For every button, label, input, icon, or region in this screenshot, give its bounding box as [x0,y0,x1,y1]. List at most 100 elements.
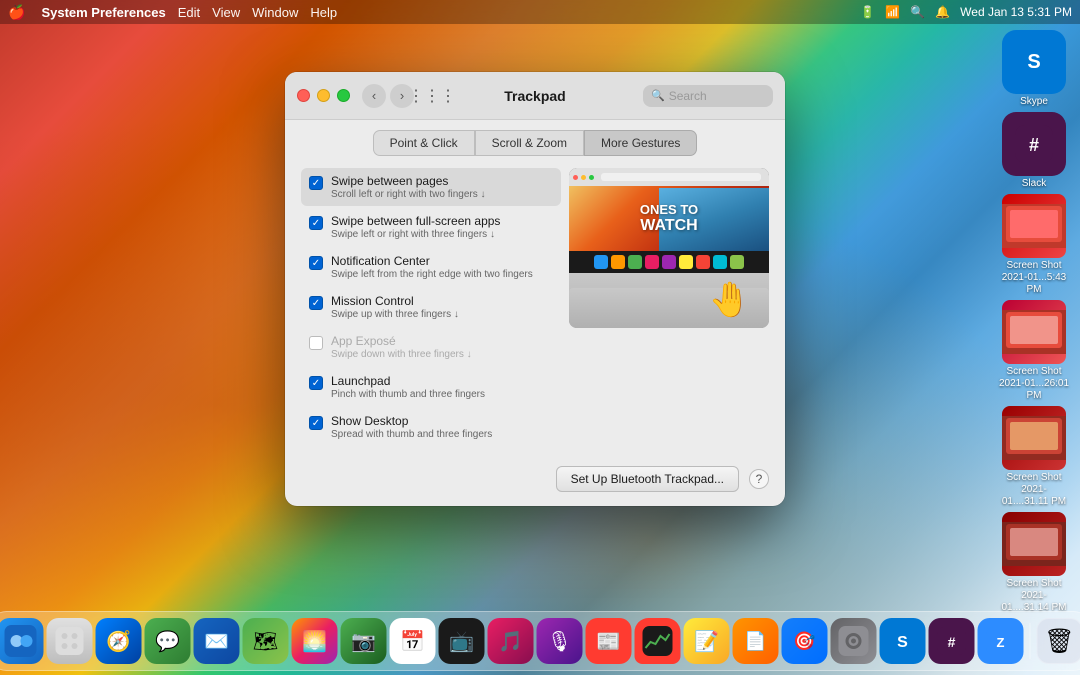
notes-icon: 📝 [694,629,719,654]
preview-dock-item [679,255,693,269]
menubar-window[interactable]: Window [252,5,298,20]
dock-safari[interactable]: 🧭 [96,618,142,664]
preview-dock-item [662,255,676,269]
desktop-icon-screenshot2[interactable]: Screen Shot2021-01...26:01 PM [998,300,1070,402]
screenshot4-label: Screen Shot2021-01....31.14 PM [998,578,1070,614]
hand-on-trackpad: 🤚 [709,280,751,320]
menubar-notification-icon: 🔔 [935,5,950,19]
menubar-app-name[interactable]: System Preferences [41,5,165,20]
menubar-left: 🍎 System Preferences Edit View Window He… [8,4,337,21]
checkbox-mission-control[interactable]: ✓ [309,296,323,310]
menubar-edit[interactable]: Edit [178,5,200,20]
tab-more-gestures[interactable]: More Gestures [584,130,697,156]
screenshot1-icon [1002,204,1066,248]
svg-text:#: # [1029,135,1039,155]
dock-maps[interactable]: 🗺 [243,618,289,664]
dock-podcasts[interactable]: 🎙 [537,618,583,664]
menubar-wifi-icon: 📶 [885,5,900,19]
traffic-lights [297,89,350,102]
desktop-icon-screenshot3[interactable]: Screen Shot2021-01....31.11 PM [998,406,1070,508]
news-icon: 📰 [596,629,621,654]
preview-dot-yellow [581,175,586,180]
checkbox-swipe-pages[interactable]: ✓ [309,176,323,190]
bluetooth-trackpad-button[interactable]: Set Up Bluetooth Trackpad... [556,466,739,492]
desktop-icon-slack[interactable]: # Slack [1002,112,1066,190]
dock-slack-icon: # [938,627,966,655]
tab-point-click[interactable]: Point & Click [373,130,475,156]
swipe-fullscreen-desc: Swipe left or right with three fingers ↓ [331,229,500,240]
show-desktop-desc: Spread with thumb and three fingers [331,429,492,440]
dock-appletv[interactable]: 📺 [439,618,485,664]
dock-slack[interactable]: # [929,618,975,664]
screenshot3-icon [1002,416,1066,460]
setting-mission-control: ✓ Mission Control Swipe up with three fi… [301,288,561,326]
screenshot2-icon [1002,310,1066,354]
menubar-help[interactable]: Help [310,5,337,20]
facetime-icon: 📷 [351,629,376,654]
messages-icon: 💬 [155,629,180,654]
pages-icon: 📄 [744,631,766,652]
window-bottombar: Set Up Bluetooth Trackpad... ? [285,458,785,506]
dock-news[interactable]: 📰 [586,618,632,664]
dock-notes[interactable]: 📝 [684,618,730,664]
dock-facetime[interactable]: 📷 [341,618,387,664]
svg-text:S: S [897,634,908,651]
search-input[interactable]: Search [669,89,765,103]
desktop-icon-skype[interactable]: S Skype [1002,30,1066,108]
screenshot3-label: Screen Shot2021-01....31.11 PM [998,472,1070,508]
dock-stocks[interactable] [635,618,681,664]
slack-icon: # [1015,125,1053,163]
menubar-datetime: Wed Jan 13 5:31 PM [960,5,1072,19]
tab-scroll-zoom[interactable]: Scroll & Zoom [475,130,584,156]
checkbox-app-expose[interactable] [309,336,323,350]
apple-logo-icon[interactable]: 🍎 [8,4,25,21]
swipe-fullscreen-title: Swipe between full-screen apps [331,214,500,228]
checkbox-launchpad[interactable]: ✓ [309,376,323,390]
mail-icon: ✉️ [204,629,229,654]
app-expose-title: App Exposé [331,334,472,348]
menubar-search-icon[interactable]: 🔍 [910,5,925,19]
close-button[interactable] [297,89,310,102]
window-titlebar: ‹ › ⋮⋮⋮ Trackpad 🔍 Search [285,72,785,120]
notification-desc: Swipe left from the right edge with two … [331,269,533,280]
dock-music[interactable]: 🎵 [488,618,534,664]
dock-finder[interactable] [0,618,44,664]
minimize-button[interactable] [317,89,330,102]
preview-url-bar [601,173,761,181]
dock-trash[interactable]: 🗑 [1037,618,1080,664]
window-content: ✓ Swipe between pages Scroll left or rig… [285,156,785,458]
dock-keynote[interactable]: 🎯 [782,618,828,664]
preview-dot-red [573,175,578,180]
search-box[interactable]: 🔍 Search [643,85,773,107]
menubar-view[interactable]: View [212,5,240,20]
music-icon: 🎵 [498,629,523,654]
desktop-icon-screenshot1[interactable]: Screen Shot2021-01...5:43 PM [998,194,1070,296]
launchpad-desc: Pinch with thumb and three fingers [331,389,485,400]
dock-pages[interactable]: 📄 [733,618,779,664]
grid-view-button[interactable]: ⋮⋮⋮ [420,84,444,108]
slack-label: Slack [1022,178,1046,190]
dock-launchpad[interactable] [47,618,93,664]
svg-text:S: S [1027,51,1040,73]
dock-zoom[interactable]: Z [978,618,1024,664]
setting-launchpad: ✓ Launchpad Pinch with thumb and three f… [301,368,561,406]
checkbox-swipe-fullscreen[interactable]: ✓ [309,216,323,230]
dock-photos[interactable]: 🌅 [292,618,338,664]
dock-sysprefs[interactable] [831,618,877,664]
preview-dock-item [730,255,744,269]
help-button[interactable]: ? [749,469,769,489]
menubar: 🍎 System Preferences Edit View Window He… [0,0,1080,24]
checkbox-show-desktop[interactable]: ✓ [309,416,323,430]
checkbox-notification[interactable]: ✓ [309,256,323,270]
skype-label: Skype [1020,96,1048,108]
maximize-button[interactable] [337,89,350,102]
trash-icon: 🗑 [1044,627,1074,656]
menubar-right: 🔋 📶 🔍 🔔 Wed Jan 13 5:31 PM [860,5,1072,19]
desktop-icon-screenshot4[interactable]: Screen Shot2021-01....31.14 PM [998,512,1070,614]
dock-calendar[interactable]: 📅 [390,618,436,664]
window-title: Trackpad [504,88,565,104]
dock-skype[interactable]: S [880,618,926,664]
dock-messages[interactable]: 💬 [145,618,191,664]
back-button[interactable]: ‹ [362,84,386,108]
dock-mail[interactable]: ✉️ [194,618,240,664]
